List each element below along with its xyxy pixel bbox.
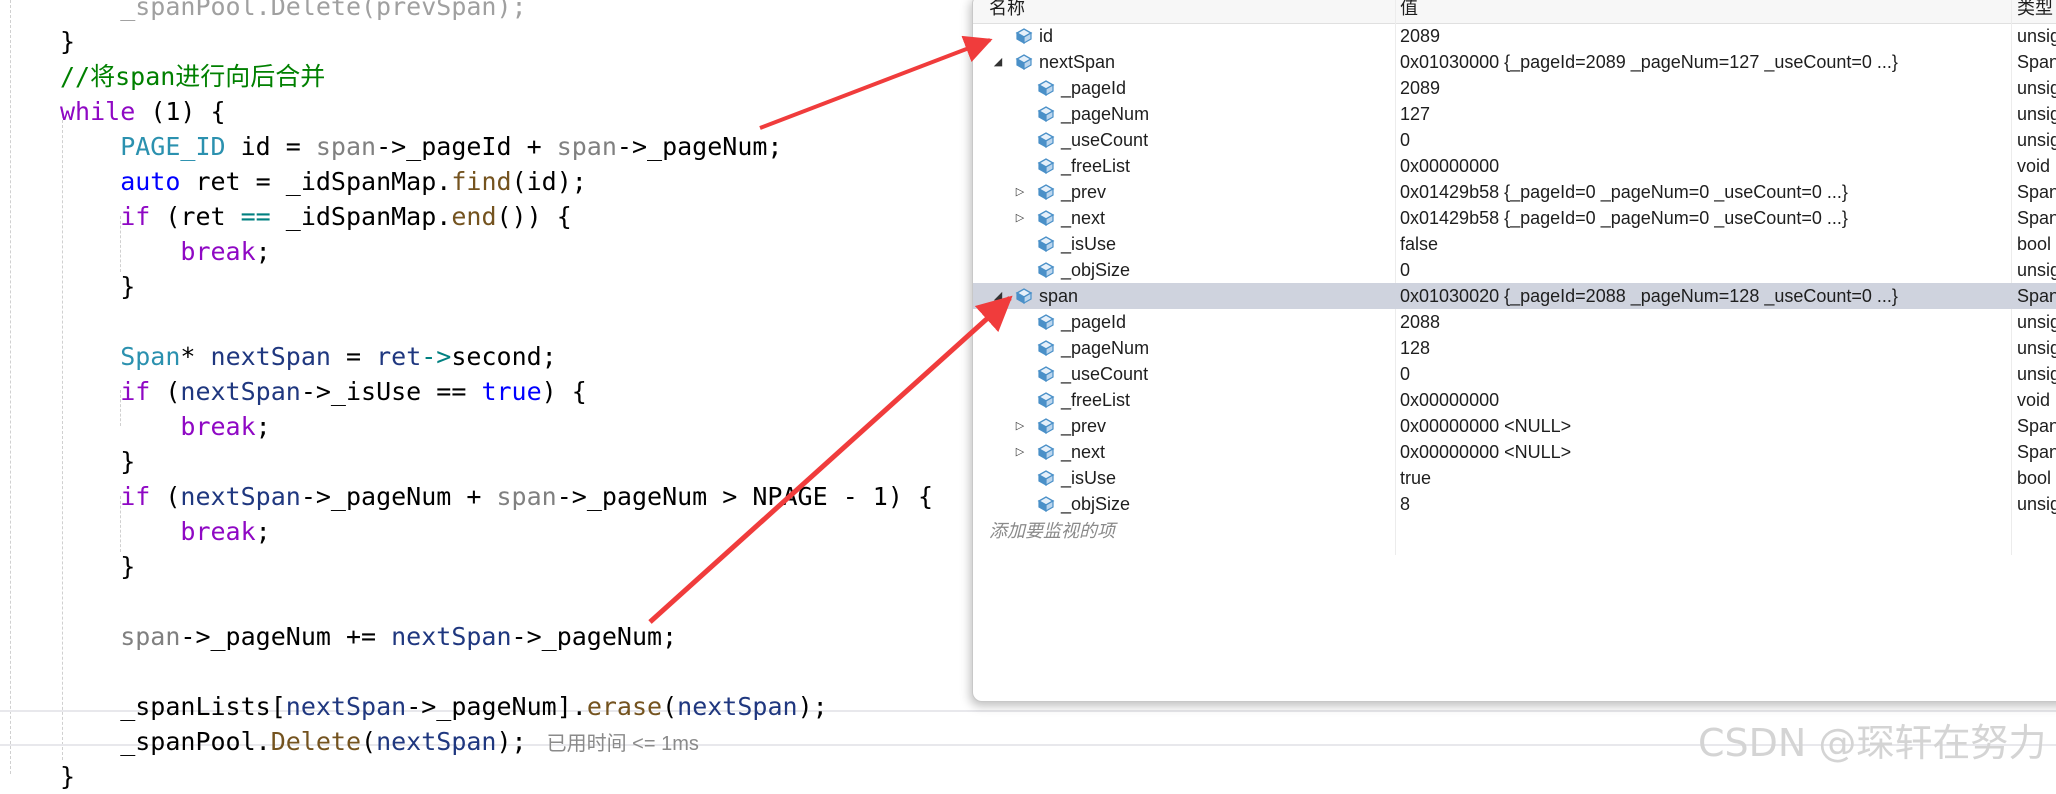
arrow-pagenum-to-span: [648, 295, 1013, 624]
annotation-arrows: [648, 35, 1013, 624]
watermark: CSDN @琛轩在努力: [1698, 721, 2047, 765]
arrow-id-to-watch: [759, 35, 993, 130]
